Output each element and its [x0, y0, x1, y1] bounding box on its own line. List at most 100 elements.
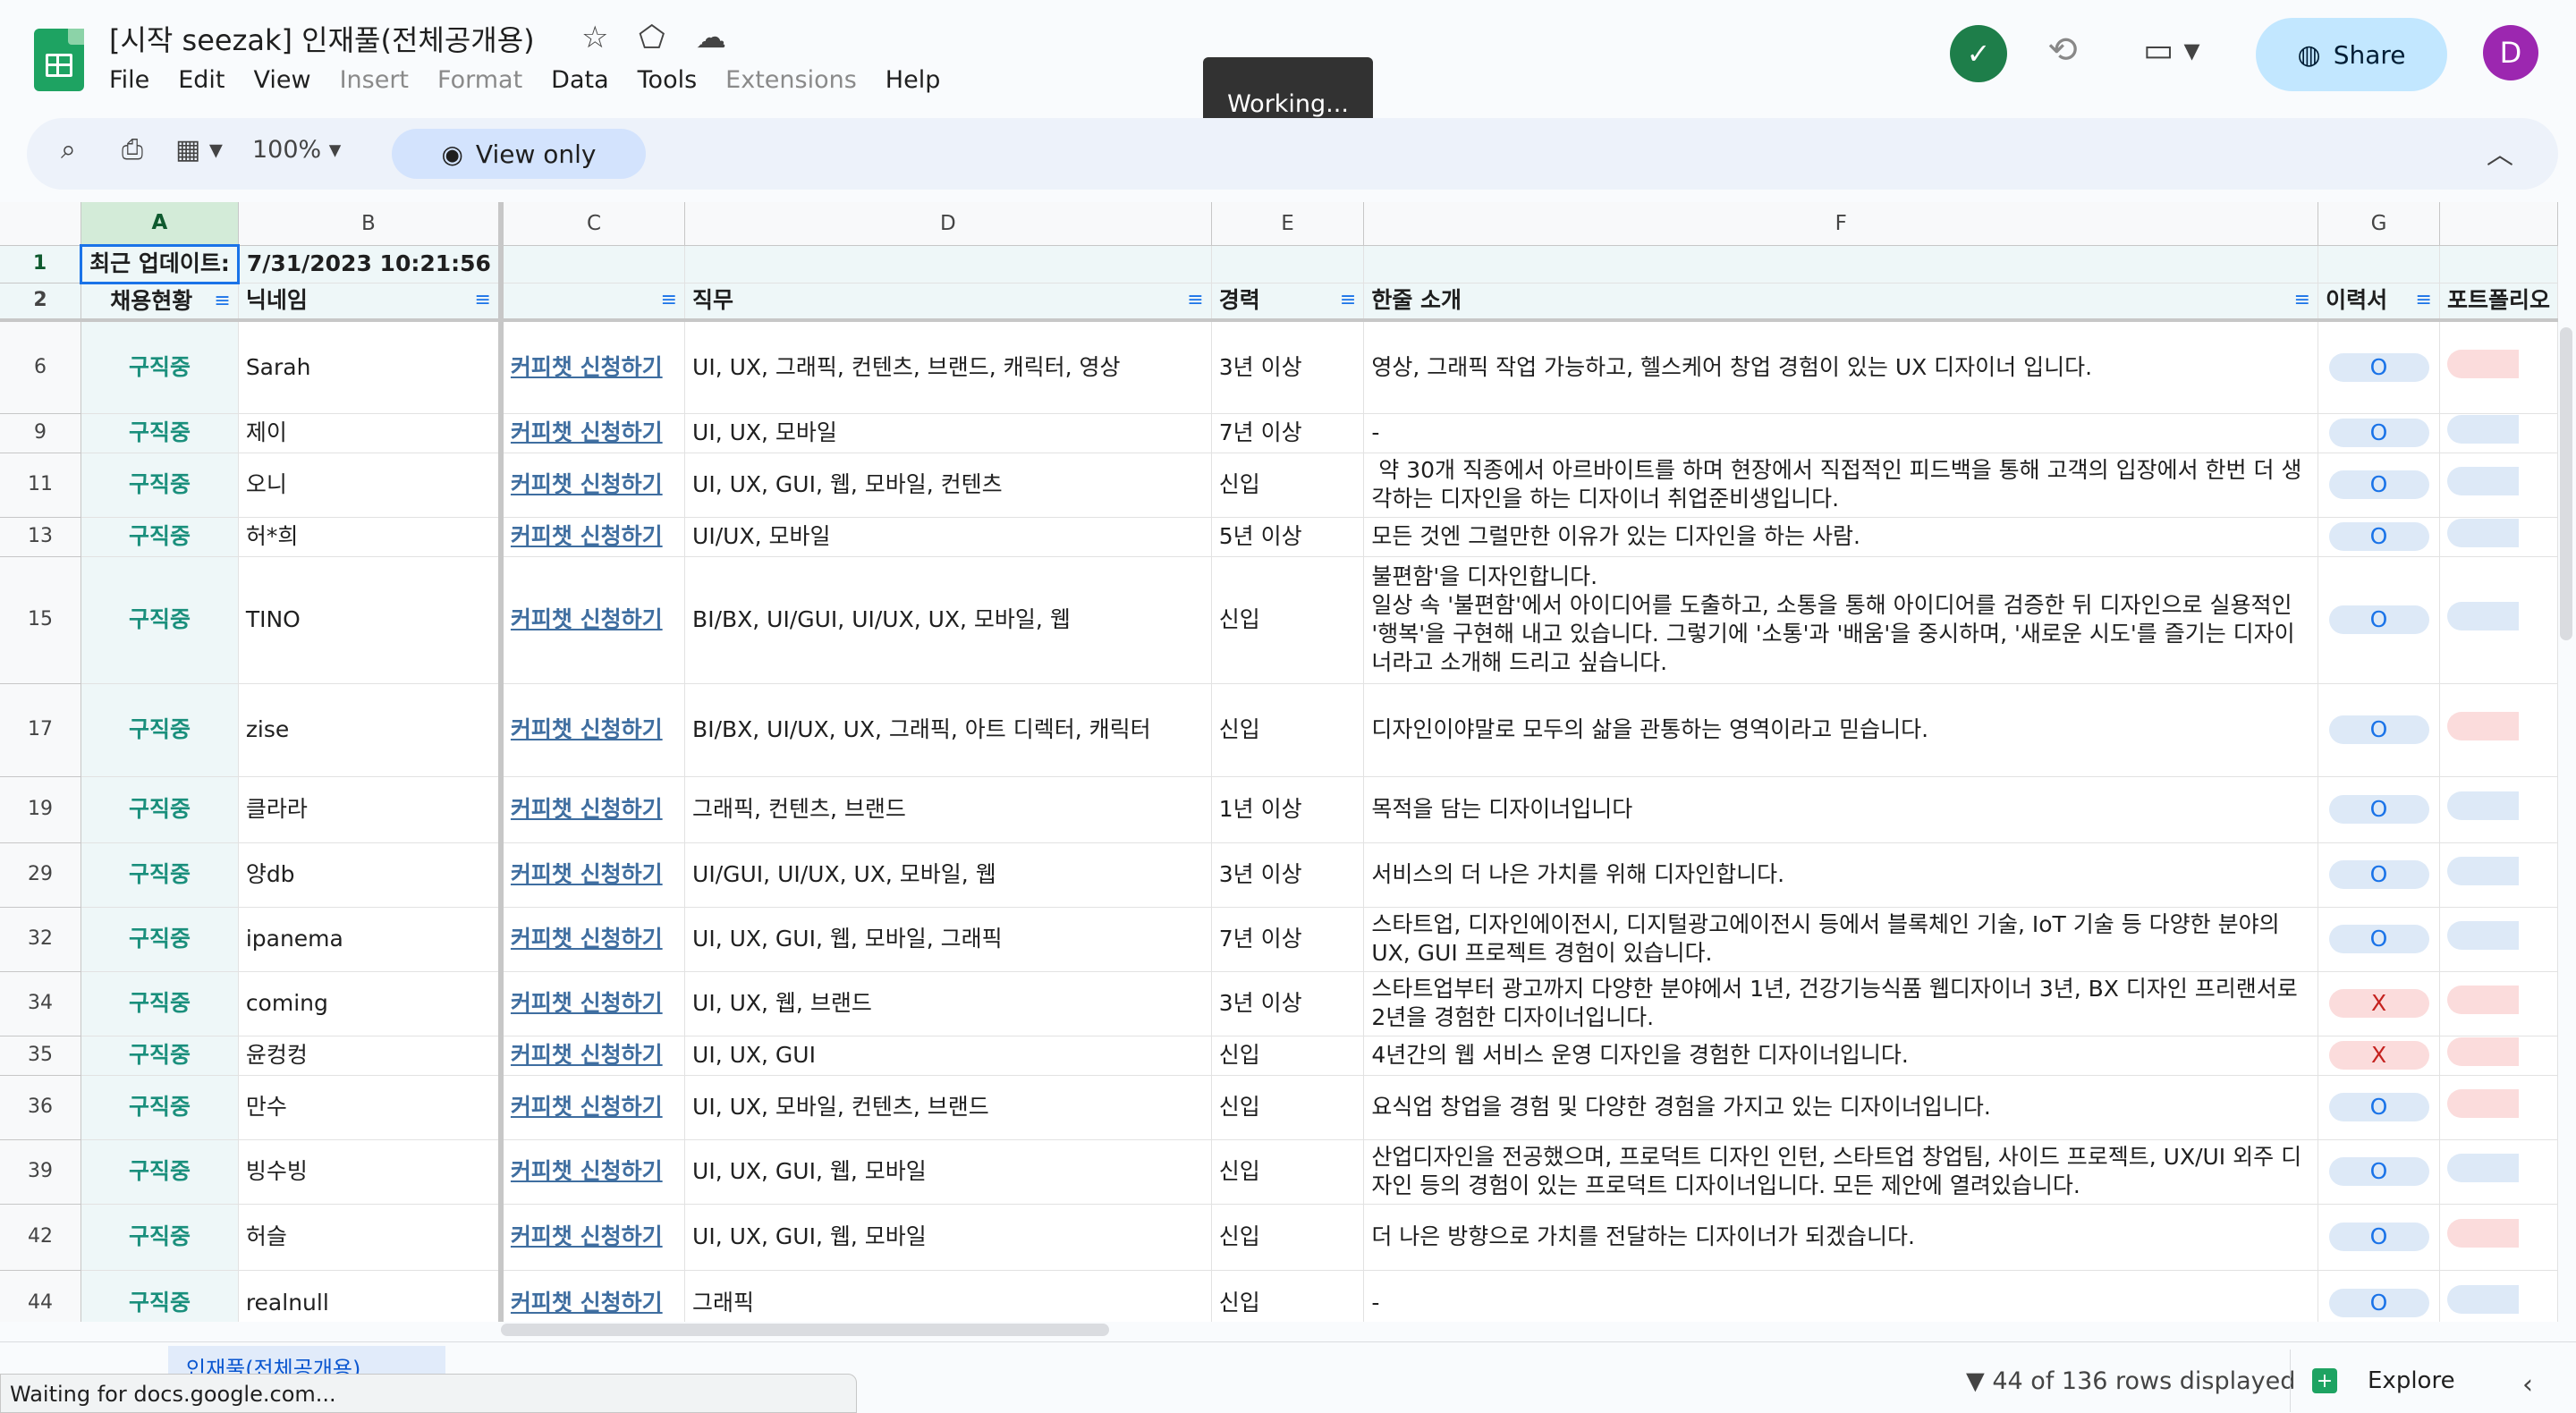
explore-button[interactable]: + Explore	[2290, 1350, 2522, 1412]
cell-nickname[interactable]: 만수	[238, 1075, 504, 1140]
cell-cv[interactable]: O	[2318, 776, 2440, 843]
coffee-chat-link[interactable]: 커피챗 신청하기	[500, 907, 686, 972]
cell-intro[interactable]: 디자인이야말로 모두의 삶을 관통하는 영역이라고 믿습니다.	[1363, 683, 2319, 777]
row-number[interactable]: 19	[0, 776, 82, 843]
row-number[interactable]: 9	[0, 413, 82, 453]
cell-portfolio[interactable]	[2439, 842, 2558, 908]
cell-role[interactable]: 그래픽, 컨텐츠, 브랜드	[684, 776, 1212, 843]
filter-icon[interactable]: ≡	[214, 287, 230, 316]
filter-icon[interactable]: ≡	[661, 286, 677, 315]
cell-intro[interactable]: 영상, 그래픽 작업 가능하고, 헬스케어 창업 경험이 있는 UX 디자이너 …	[1363, 320, 2319, 414]
cell-portfolio[interactable]	[2439, 1075, 2558, 1140]
history-icon[interactable]: ⟲	[2041, 29, 2084, 72]
cell-cv[interactable]: O	[2318, 517, 2440, 557]
cell-cv[interactable]: O	[2318, 556, 2440, 684]
activity-icon[interactable]: ✓	[1950, 25, 2007, 82]
column-header[interactable]: E	[1211, 202, 1365, 246]
cell-status[interactable]: 구직중	[80, 1139, 239, 1205]
cell-status[interactable]: 구직중	[80, 683, 239, 777]
cell-experience[interactable]: 신입	[1211, 1036, 1365, 1076]
cell-role[interactable]: UI, UX, GUI, 웹, 모바일	[684, 1139, 1212, 1205]
row-number[interactable]: 2	[0, 283, 82, 322]
filter-icon[interactable]: ≡	[2416, 286, 2432, 315]
cell-intro[interactable]: -	[1363, 1270, 2319, 1322]
cell-role[interactable]: UI, UX, 웹, 브랜드	[684, 971, 1212, 1036]
cell-experience[interactable]: 신입	[1211, 1075, 1365, 1140]
share-button[interactable]: ◍ Share	[2256, 18, 2447, 91]
table-view-icon[interactable]: ▦ ▾	[175, 134, 223, 165]
cell-nickname[interactable]: realnull	[238, 1270, 504, 1322]
cell-role[interactable]: BI/BX, UI/UX, UX, 그래픽, 아트 디렉터, 캐릭터	[684, 683, 1212, 777]
cell-cv[interactable]: O	[2318, 842, 2440, 908]
cell-cv[interactable]: X	[2318, 1036, 2440, 1076]
cell-intro[interactable]: 스타트업부터 광고까지 다양한 분야에서 1년, 건강기능식품 웹디자이너 3년…	[1363, 971, 2319, 1036]
cell-status[interactable]: 구직중	[80, 776, 239, 843]
coffee-chat-link[interactable]: 커피챗 신청하기	[500, 683, 686, 777]
cell-nickname[interactable]: coming	[238, 971, 504, 1036]
drive-move-icon[interactable]: ⬠	[639, 20, 665, 55]
horizontal-scrollbar[interactable]	[501, 1324, 1109, 1336]
row-number[interactable]: 11	[0, 453, 82, 518]
cell-experience[interactable]: 7년 이상	[1211, 907, 1365, 972]
cell-experience[interactable]: 7년 이상	[1211, 413, 1365, 453]
row-number[interactable]: 17	[0, 683, 82, 777]
filter-icon[interactable]: ≡	[1340, 286, 1356, 315]
cell-portfolio[interactable]	[2439, 1270, 2558, 1322]
cell-portfolio[interactable]	[2439, 1036, 2558, 1076]
cell-experience[interactable]: 3년 이상	[1211, 971, 1365, 1036]
menu-file[interactable]: File	[109, 66, 149, 94]
cell-cv[interactable]: O	[2318, 683, 2440, 777]
cell-cv[interactable]: O	[2318, 453, 2440, 518]
header-link[interactable]: ≡	[500, 283, 686, 322]
coffee-chat-link[interactable]: 커피챗 신청하기	[500, 1036, 686, 1076]
cell-role[interactable]: UI/GUI, UI/UX, UX, 모바일, 웹	[684, 842, 1212, 908]
coffee-chat-link[interactable]: 커피챗 신청하기	[500, 842, 686, 908]
menu-help[interactable]: Help	[886, 66, 941, 94]
cell-portfolio[interactable]	[2439, 907, 2558, 972]
cell-cv[interactable]: O	[2318, 907, 2440, 972]
search-icon[interactable]: ⌕	[61, 134, 76, 165]
cell-nickname[interactable]: ipanema	[238, 907, 504, 972]
cell-portfolio[interactable]	[2439, 413, 2558, 453]
coffee-chat-link[interactable]: 커피챗 신청하기	[500, 1204, 686, 1271]
row-number[interactable]: 6	[0, 320, 82, 414]
column-header[interactable]: F	[1363, 202, 2319, 246]
filter-icon[interactable]: ≡	[2294, 286, 2310, 315]
cloud-status-icon[interactable]: ☁	[696, 20, 726, 55]
menu-data[interactable]: Data	[551, 66, 608, 94]
cell-portfolio[interactable]	[2439, 971, 2558, 1036]
cell-intro[interactable]: 스타트업, 디자인에이전시, 디지털광고에이전시 등에서 블록체인 기술, Io…	[1363, 907, 2319, 972]
column-header[interactable]: C	[500, 202, 686, 246]
cell-status[interactable]: 구직중	[80, 842, 239, 908]
cell-portfolio[interactable]	[2439, 1204, 2558, 1271]
vertical-scrollbar[interactable]	[2560, 327, 2572, 640]
row-number[interactable]: 1	[0, 245, 82, 283]
coffee-chat-link[interactable]: 커피챗 신청하기	[500, 1139, 686, 1205]
row-number[interactable]: 42	[0, 1204, 82, 1271]
coffee-chat-link[interactable]: 커피챗 신청하기	[500, 971, 686, 1036]
sheets-logo[interactable]	[34, 29, 84, 91]
filter-icon[interactable]: ≡	[474, 286, 490, 315]
cell-nickname[interactable]: Sarah	[238, 320, 504, 414]
column-header[interactable]: G	[2318, 202, 2440, 246]
cell-portfolio[interactable]	[2439, 320, 2558, 414]
row-number[interactable]: 34	[0, 971, 82, 1036]
row-number[interactable]: 32	[0, 907, 82, 972]
cell-status[interactable]: 구직중	[80, 453, 239, 518]
cell-intro[interactable]: 산업디자인을 전공했으며, 프로덕트 디자인 인턴, 스타트업 창업팀, 사이드…	[1363, 1139, 2319, 1205]
star-icon[interactable]: ☆	[581, 20, 608, 55]
cell-intro[interactable]: -	[1363, 413, 2319, 453]
cell-experience[interactable]: 신입	[1211, 1270, 1365, 1322]
cell-experience[interactable]: 신입	[1211, 453, 1365, 518]
coffee-chat-link[interactable]: 커피챗 신청하기	[500, 776, 686, 843]
cell-role[interactable]: 그래픽	[684, 1270, 1212, 1322]
header-role[interactable]: 직무 ≡	[684, 283, 1212, 322]
document-title[interactable]: [시작 seezak] 인재풀(전체공개용)	[109, 18, 535, 59]
cell-nickname[interactable]: 양db	[238, 842, 504, 908]
coffee-chat-link[interactable]: 커피챗 신청하기	[500, 320, 686, 414]
cell-experience[interactable]: 신입	[1211, 1204, 1365, 1271]
cell-nickname[interactable]: 허슬	[238, 1204, 504, 1271]
coffee-chat-link[interactable]: 커피챗 신청하기	[500, 1270, 686, 1322]
cell-last-updated-value[interactable]: 7/31/2023 10:21:56	[238, 245, 504, 283]
cell-nickname[interactable]: zise	[238, 683, 504, 777]
